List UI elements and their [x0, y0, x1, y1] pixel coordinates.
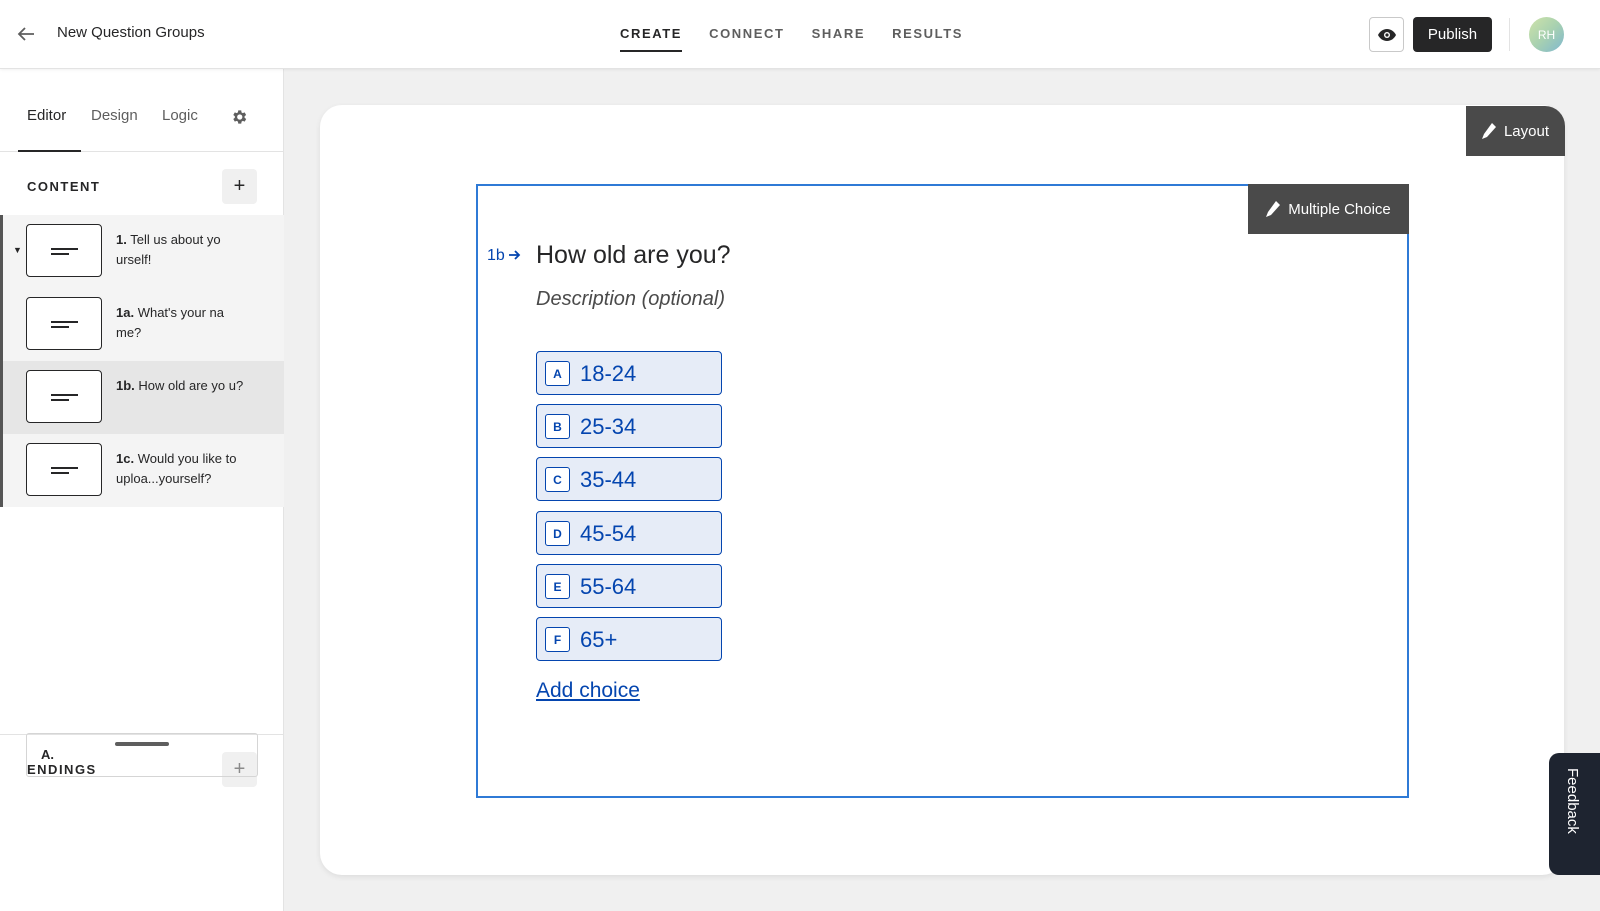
question-item[interactable]: 1a. What's your na me? — [0, 288, 284, 361]
question-number: 1b. — [116, 378, 135, 393]
layout-button-label: Layout — [1503, 122, 1550, 140]
sidebar-tabs: Editor Design Logic — [0, 69, 284, 152]
pencil-icon — [1481, 123, 1496, 139]
choice-key: E — [545, 574, 570, 599]
pencil-icon — [1266, 201, 1281, 217]
question-number-badge: 1b — [487, 247, 521, 265]
choice-key: B — [545, 414, 570, 439]
choice-key: D — [545, 521, 570, 546]
feedback-tab[interactable]: Feedback — [1549, 753, 1600, 875]
question-thumbnail — [26, 370, 102, 423]
publish-button[interactable]: Publish — [1413, 17, 1492, 52]
tab-design[interactable]: Design — [91, 107, 138, 124]
preview-button[interactable] — [1369, 17, 1404, 52]
question-number: 1c. — [116, 451, 135, 466]
back-arrow-icon[interactable] — [14, 22, 38, 46]
arrow-right-icon — [509, 250, 521, 260]
choice-key: F — [545, 627, 570, 652]
choice-option[interactable]: B 25-34 — [536, 404, 722, 448]
question-type-button[interactable]: Multiple Choice — [1248, 184, 1409, 234]
choice-key: A — [545, 361, 570, 386]
question-title-input[interactable]: How old are you? — [536, 241, 731, 270]
header-divider — [1509, 18, 1510, 51]
form-title[interactable]: New Question Groups — [57, 24, 205, 41]
question-number: 1a. — [116, 305, 135, 320]
layout-button[interactable]: Layout — [1466, 106, 1565, 156]
sidebar: Editor Design Logic CONTENT + ▼ 1. Tell … — [0, 69, 284, 911]
question-number-text: 1b — [487, 247, 505, 264]
question-thumbnail — [26, 443, 102, 496]
tab-editor[interactable]: Editor — [27, 107, 66, 124]
question-label: How old are yo u? — [138, 378, 244, 393]
choice-label[interactable]: 35-44 — [580, 467, 636, 493]
choice-label[interactable]: 55-64 — [580, 574, 636, 600]
caret-down-icon[interactable]: ▼ — [13, 245, 22, 255]
question-label: Would you like to uploa...yourself? — [116, 451, 237, 486]
top-bar: New Question Groups CREATE CONNECT SHARE… — [0, 0, 1600, 69]
question-thumbnail — [26, 297, 102, 350]
question-thumbnail — [26, 224, 102, 277]
choice-label[interactable]: 65+ — [580, 627, 617, 653]
tab-share[interactable]: SHARE — [812, 0, 866, 69]
main-nav: CREATE CONNECT SHARE RESULTS — [620, 0, 990, 69]
choice-option[interactable]: F 65+ — [536, 617, 722, 661]
gear-icon[interactable] — [230, 108, 248, 126]
description-input[interactable]: Description (optional) — [536, 288, 725, 311]
choice-label[interactable]: 25-34 — [580, 414, 636, 440]
tab-connect[interactable]: CONNECT — [709, 0, 784, 69]
question-item[interactable]: 1c. Would you like to uploa...yourself? — [0, 434, 284, 507]
content-section-label: CONTENT — [27, 179, 101, 194]
choice-label[interactable]: 45-54 — [580, 521, 636, 547]
choice-option[interactable]: A 18-24 — [536, 351, 722, 395]
question-label: Tell us about yo urself! — [116, 232, 221, 267]
question-type-label: Multiple Choice — [1288, 200, 1391, 218]
plus-icon: + — [233, 175, 246, 197]
tab-create[interactable]: CREATE — [620, 0, 683, 69]
choice-option[interactable]: E 55-64 — [536, 564, 722, 608]
choice-key: C — [545, 467, 570, 492]
add-choice-link[interactable]: Add choice — [536, 679, 640, 703]
question-item[interactable]: ▼ 1. Tell us about yo urself! — [0, 215, 284, 288]
choice-option[interactable]: C 35-44 — [536, 457, 722, 501]
choice-label[interactable]: 18-24 — [580, 361, 636, 387]
question-number: 1. — [116, 232, 127, 247]
choice-option[interactable]: D 45-54 — [536, 511, 722, 555]
tab-results[interactable]: RESULTS — [892, 0, 963, 69]
question-item-selected[interactable]: 1b. How old are yo u? — [0, 361, 284, 434]
avatar[interactable]: RH — [1529, 17, 1564, 52]
active-tab-indicator — [18, 150, 81, 152]
eye-icon — [1377, 28, 1396, 41]
add-content-button[interactable]: + — [222, 169, 257, 204]
feedback-label: Feedback — [1564, 768, 1581, 834]
tab-logic[interactable]: Logic — [162, 107, 198, 124]
ending-item[interactable]: A. — [26, 733, 258, 777]
